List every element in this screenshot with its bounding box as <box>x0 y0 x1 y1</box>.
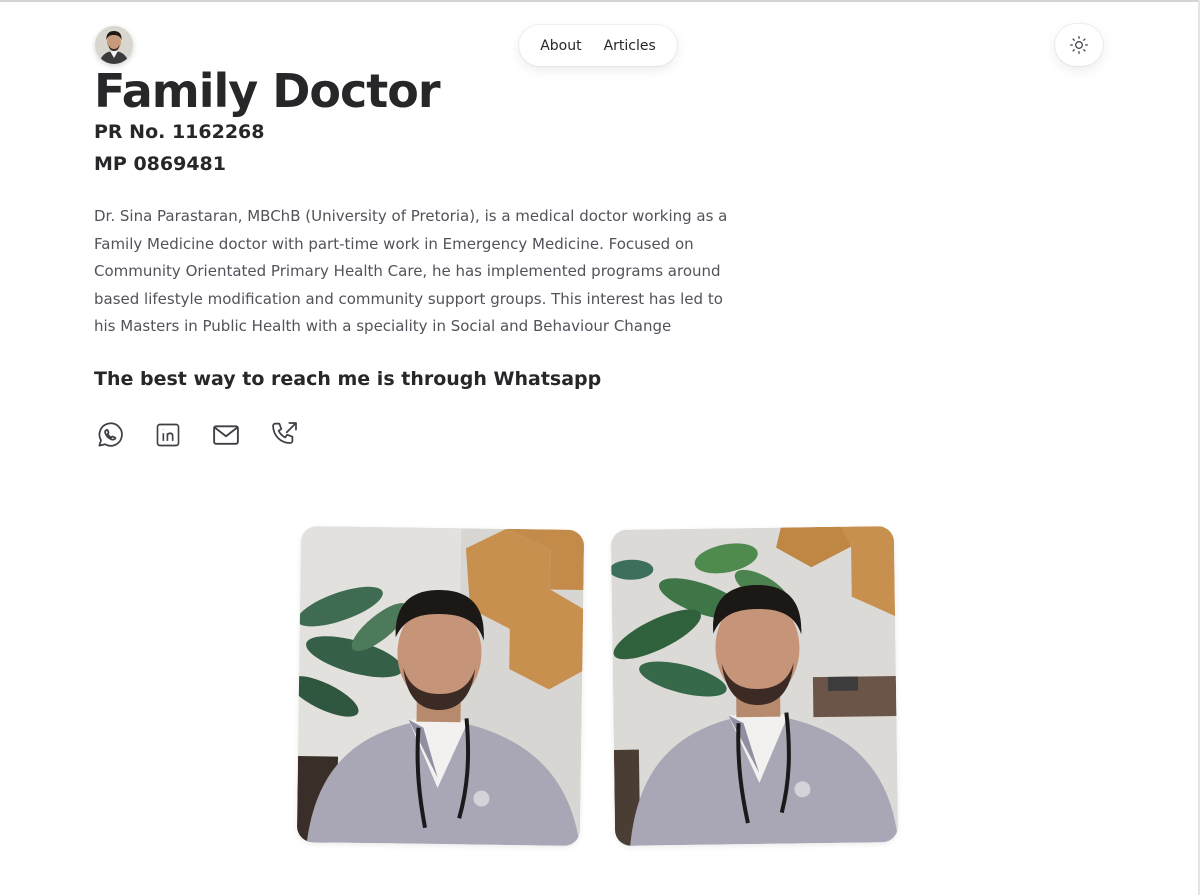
mp-number: MP 0869481 <box>94 153 226 175</box>
avatar[interactable] <box>95 26 133 64</box>
doctor-avatar-icon <box>95 26 133 64</box>
email-link[interactable] <box>210 417 242 453</box>
doctor-photo-1 <box>296 526 585 846</box>
social-links <box>94 417 300 453</box>
theme-toggle-button[interactable] <box>1055 24 1103 66</box>
top-border <box>0 0 1200 2</box>
whatsapp-icon <box>98 422 123 447</box>
phone-link[interactable] <box>268 417 300 453</box>
nav-link-about[interactable]: About <box>540 38 581 54</box>
linkedin-link[interactable] <box>152 417 184 453</box>
bio-paragraph: Dr. Sina Parastaran, MBChB (University o… <box>94 207 728 336</box>
mail-icon <box>213 425 239 445</box>
doctor-photo <box>610 526 899 846</box>
phone-outgoing-icon <box>272 422 297 444</box>
linkedin-icon <box>156 423 180 447</box>
doctor-photo <box>296 526 585 846</box>
nav-link-articles[interactable]: Articles <box>604 38 656 54</box>
whatsapp-link[interactable] <box>94 417 126 453</box>
contact-heading: The best way to reach me is through What… <box>94 368 602 390</box>
main-nav: About Articles <box>519 25 677 66</box>
sun-icon <box>1070 36 1088 54</box>
pr-number: PR No. 1162268 <box>94 121 265 143</box>
page-title: Family Doctor <box>94 64 441 118</box>
doctor-photo-2 <box>610 526 899 846</box>
